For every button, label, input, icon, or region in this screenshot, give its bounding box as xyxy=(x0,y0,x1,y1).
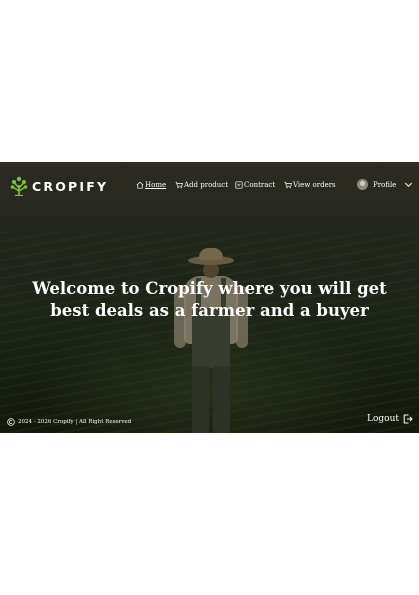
nav-view-orders[interactable]: View orders xyxy=(284,181,336,189)
logout-button[interactable]: Logout xyxy=(367,414,413,424)
top-navbar: CROPIFY Home Add product Contract View o… xyxy=(0,162,419,210)
nav-home[interactable]: Home xyxy=(136,181,166,189)
nav-add-product[interactable]: Add product xyxy=(175,181,228,189)
cart-icon xyxy=(175,181,183,189)
copyright-text: 2024 - 2026 Cropify | All Right Reserved xyxy=(18,419,132,425)
avatar xyxy=(357,179,368,190)
logout-icon xyxy=(403,414,413,424)
copyright-icon xyxy=(7,418,15,426)
hero-line-1: Welcome to Cropify where you will get xyxy=(32,279,387,298)
nav-contract[interactable]: Contract xyxy=(235,181,275,189)
logout-label: Logout xyxy=(367,414,399,424)
tree-logo-icon xyxy=(10,176,28,196)
nav-contract-label: Contract xyxy=(244,181,276,189)
profile-label: Profile xyxy=(373,180,397,189)
cart-icon xyxy=(284,181,292,189)
hero-headline: Welcome to Cropify where you will get be… xyxy=(0,278,419,322)
footer-copyright: 2024 - 2026 Cropify | All Right Reserved xyxy=(7,418,131,426)
brand-logo[interactable]: CROPIFY xyxy=(10,176,108,196)
brand-name: CROPIFY xyxy=(32,178,109,194)
contract-icon xyxy=(235,181,243,189)
nav-home-label: Home xyxy=(145,181,167,189)
nav-add-product-label: Add product xyxy=(184,181,229,189)
hero-line-2: best deals as a farmer and a buyer xyxy=(50,301,369,320)
nav-view-orders-label: View orders xyxy=(293,181,336,189)
chevron-down-icon xyxy=(405,182,413,188)
profile-menu[interactable]: Profile xyxy=(357,179,413,190)
home-icon xyxy=(136,181,144,189)
